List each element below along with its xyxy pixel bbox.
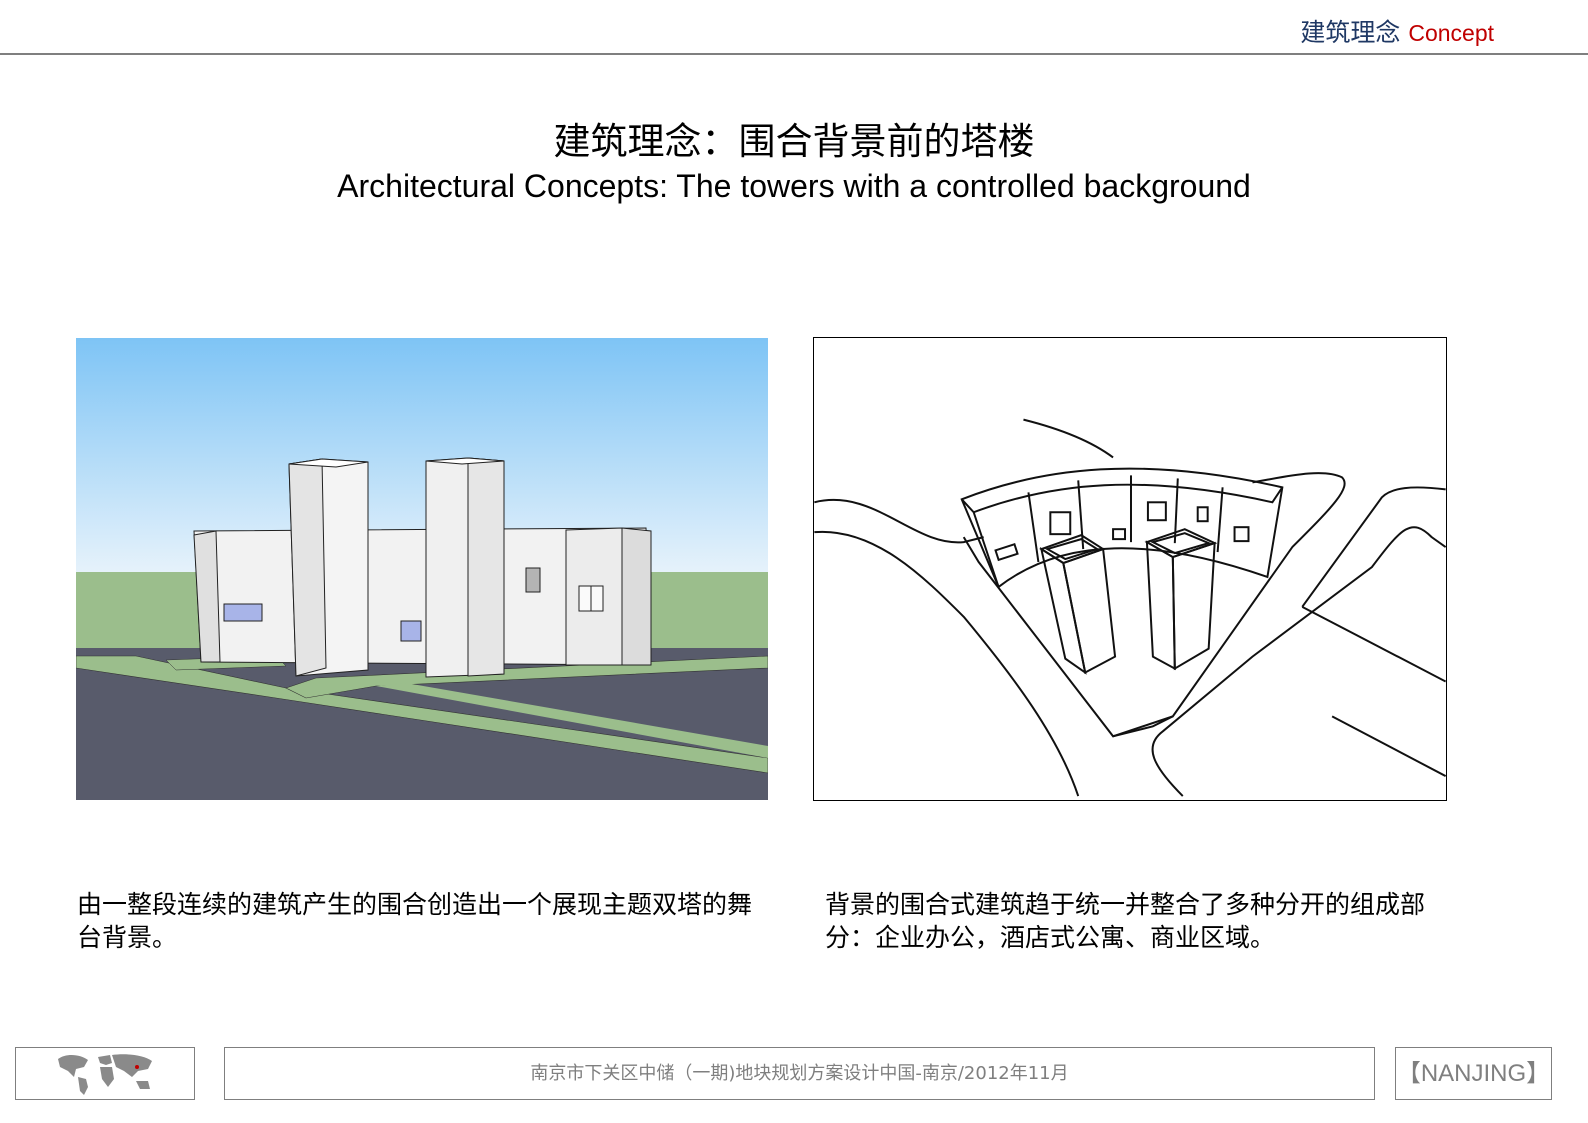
footer-project-info: 南京市下关区中储（一期)地块规划方案设计中国-南京/2012年11月 xyxy=(224,1047,1375,1100)
site-plan-sketch-image xyxy=(813,337,1447,801)
header-title: 建筑理念 Concept xyxy=(1300,14,1494,52)
footer-world-map-box xyxy=(15,1047,195,1100)
header-title-en: Concept xyxy=(1408,20,1494,46)
header-divider xyxy=(0,53,1588,55)
tower-rendering-image xyxy=(76,338,768,800)
footer-city-label: 【NANJING】 xyxy=(1395,1047,1552,1100)
right-caption: 背景的围合式建筑趋于统一并整合了多种分开的组成部分：企业办公，酒店式公寓、商业区… xyxy=(825,890,1426,952)
page-subtitle: Architectural Concepts: The towers with … xyxy=(337,168,1251,204)
world-map-icon xyxy=(58,1054,152,1095)
header-title-cn: 建筑理念 xyxy=(1300,18,1401,47)
page-title: 建筑理念：围合背景前的塔楼 xyxy=(553,120,1035,163)
left-caption: 由一整段连续的建筑产生的围合创造出一个展现主题双塔的舞台背景。 xyxy=(77,890,753,952)
